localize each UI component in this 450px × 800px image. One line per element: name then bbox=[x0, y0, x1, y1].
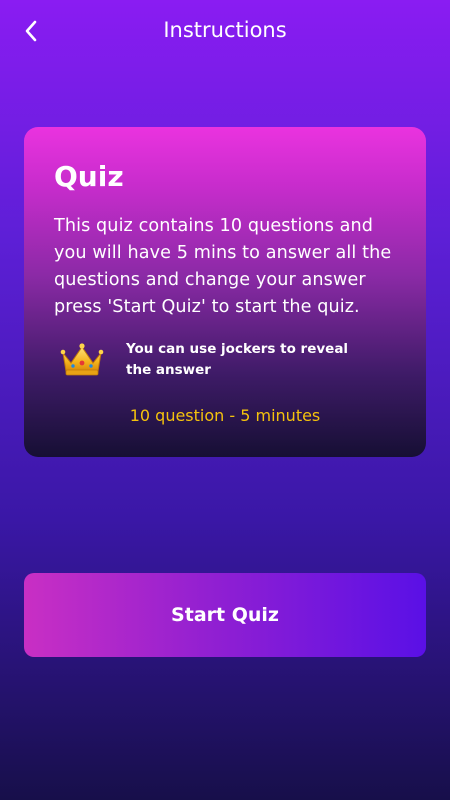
page-title: Instructions bbox=[163, 18, 287, 42]
quiz-info-card: Quiz This quiz contains 10 questions and… bbox=[24, 127, 426, 457]
joker-info-row: You can use jockers to reveal the answer bbox=[54, 339, 396, 383]
card-title: Quiz bbox=[54, 160, 124, 193]
quiz-meta: 10 question - 5 minutes bbox=[129, 406, 321, 425]
start-quiz-button[interactable]: Start Quiz bbox=[24, 573, 426, 657]
instructions-screen: Instructions Quiz This quiz contains 10 … bbox=[0, 0, 450, 800]
start-quiz-label: Start Quiz bbox=[171, 604, 279, 626]
crown-icon bbox=[60, 343, 104, 376]
top-bar: Instructions bbox=[0, 0, 450, 60]
joker-description: You can use jockers to reveal the answer bbox=[126, 341, 349, 378]
card-description: This quiz contains 10 questions and you … bbox=[54, 216, 392, 317]
